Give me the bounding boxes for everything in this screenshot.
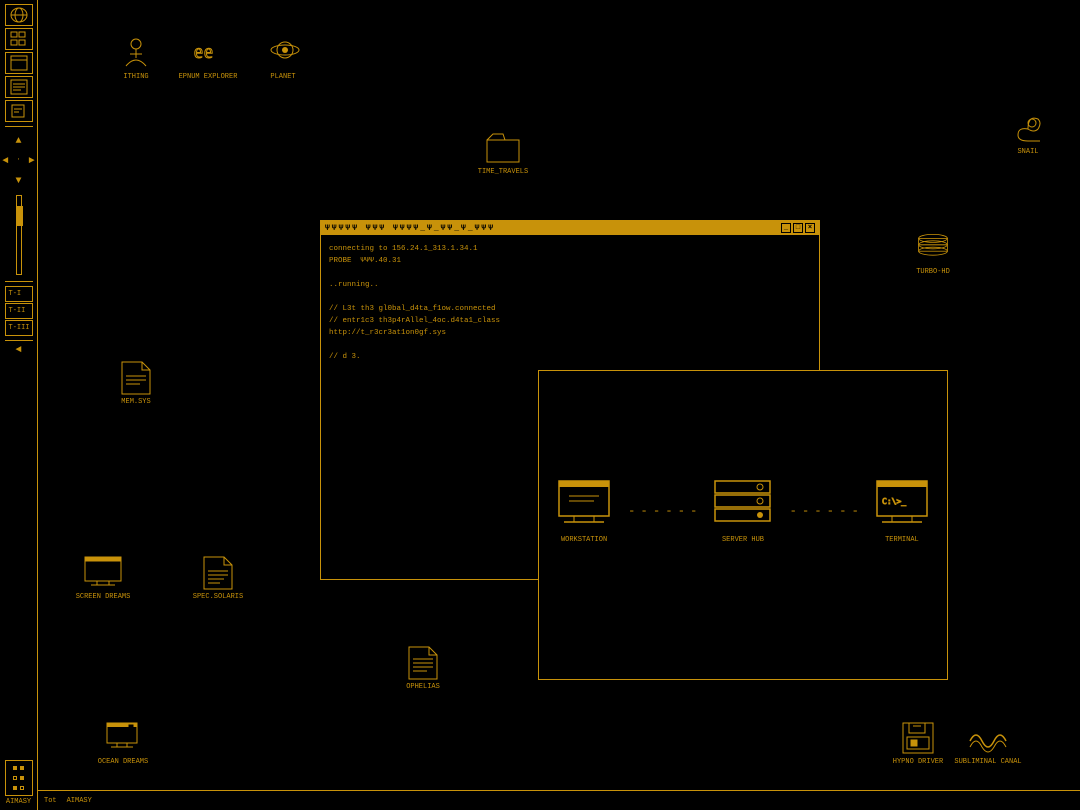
subliminal-canal-label: SUBLIMINAL CANAL [954,758,1021,766]
ocean-dreams-icon[interactable]: OCEAN DREAMS [88,720,158,766]
slider-thumb [17,206,23,226]
nav-down[interactable]: ▼ [15,176,21,187]
taskbar-divider3 [5,340,33,341]
window-taskbar-icon[interactable] [5,52,33,74]
hypno-driver-icon[interactable]: HYPNO DRIVER [883,720,953,766]
screen-dreams-label: SCREEN DREAMS [76,593,131,601]
text-window-title: ΨΨΨΨΨ ΨΨΨ ΨΨΨΨ_Ψ_ΨΨ_Ψ_ΨΨΨ [325,224,495,233]
nav-right[interactable]: ► [29,156,35,167]
close-btn[interactable]: × [805,223,815,233]
net-line-1: - - - - - - [628,502,696,520]
hypno-driver-label: HYPNO DRIVER [893,758,943,766]
screen-dreams-icon[interactable]: SCREEN DREAMS [68,555,138,601]
network-window: WORKSTATION - - - - - - SERVER HUB [538,370,948,680]
dot [13,766,17,770]
net-line-2: - - - - - - [790,502,858,520]
spec-solaris-label: SPEC.SOLARIS [193,593,243,601]
planet-label: PLANET [270,73,295,81]
taskbar-arrow-dec: ◄ [15,345,21,356]
epnum-explorer-icon[interactable]: e e EPNUM EXPLORER [173,35,243,81]
bottom-bar: Tot AIMASY [38,790,1080,810]
taskbar-divider [5,126,33,127]
snail-icon[interactable]: SNAIL [993,110,1063,156]
ocean-dreams-label: OCEAN DREAMS [98,758,148,766]
code-line-2: PROBE ΨΨΨ.40.31 [329,255,811,267]
taskbar-divider2 [5,281,33,282]
maximize-btn[interactable]: □ [793,223,803,233]
text-size-icons: T-I T-II T-III [5,286,33,336]
text-size-3[interactable]: T-III [5,320,33,336]
workstation-node: WORKSTATION [554,476,614,546]
subliminal-canal-icon[interactable]: SUBLIMINAL CANAL [953,720,1023,766]
code-line-6: http://t_r3cr3at1on0gf.sys [329,327,811,339]
taskbar-bottom-label: AIMASY [6,798,31,806]
dot [20,776,24,780]
taskbar: ▲ ◄ · ► ▼ T-I T-II T-III ◄ [0,0,38,810]
ophelias-icon[interactable]: OPHELIAS [388,645,458,691]
multi-dot-icon[interactable] [5,760,33,796]
network-window-content: WORKSTATION - - - - - - SERVER HUB [539,371,947,651]
svg-text:e: e [194,41,203,63]
dot [13,786,17,790]
terminal-node: C:\>_ TERMINAL [872,476,932,546]
planet-icon[interactable]: PLANET [248,35,318,81]
server-node: SERVER HUB [710,476,775,546]
nav-center: · [16,156,20,167]
text-window-content: connecting to 156.24.1_313.1.34.1 PROBE … [321,235,819,371]
status-label: Tot [44,797,57,805]
list-taskbar-icon[interactable] [5,76,33,98]
code-line-3: ..running.. [329,279,811,291]
server-label: SERVER HUB [722,535,764,546]
turbo-hd-icon[interactable]: TURBO-HD [898,230,968,276]
workstation-label: WORKSTATION [561,535,607,546]
nav-controls: ▲ ◄ · ► ▼ [5,131,33,191]
mem-sys-icon[interactable]: MEM.SYS [101,360,171,406]
svg-text:e: e [204,41,213,63]
code-line-5: // entr1c3 th3p4rAllel_4oc.d4ta1_class [329,315,811,327]
turbo-hd-label: TURBO-HD [916,268,950,276]
dot [20,786,24,790]
text-size-1[interactable]: T-I [5,286,33,302]
tag-taskbar-icon[interactable] [5,100,33,122]
taskbar-slider[interactable] [16,195,22,275]
nav-left[interactable]: ◄ [2,156,8,167]
terminal-label: TERMINAL [885,535,919,546]
mem-sys-label: MEM.SYS [121,398,150,406]
code-line-7: // d 3. [329,351,811,363]
text-window-titlebar[interactable]: ΨΨΨΨΨ ΨΨΨ ΨΨΨΨ_Ψ_ΨΨ_Ψ_ΨΨΨ _ □ × [321,221,819,235]
time-travels-icon[interactable]: TIME_TRAVELS [468,130,538,176]
code-line-1: connecting to 156.24.1_313.1.34.1 [329,243,811,255]
dot [13,776,17,780]
epnum-explorer-label: EPNUM EXPLORER [179,73,238,81]
text-size-2[interactable]: T-II [5,303,33,319]
status-sublabel: AIMASY [67,797,92,805]
grid-taskbar-icon[interactable] [5,28,33,50]
code-line-4: // L3t th3 gl0bal_d4ta_f1ow.connected [329,303,811,315]
nav-up[interactable]: ▲ [15,136,21,147]
ithing-label: ITHING [123,73,148,81]
window-controls: _ □ × [781,223,815,233]
dot [20,766,24,770]
globe-taskbar-icon[interactable] [5,4,33,26]
spec-solaris-icon[interactable]: SPEC.SOLARIS [183,555,253,601]
snail-label: SNAIL [1017,148,1038,156]
desktop: ITHING e e EPNUM EXPLORER PLANET [38,0,1080,810]
time-travels-label: TIME_TRAVELS [478,168,528,176]
ophelias-label: OPHELIAS [406,683,440,691]
minimize-btn[interactable]: _ [781,223,791,233]
taskbar-bottom: AIMASY [5,760,33,806]
svg-text:C:\>_: C:\>_ [882,497,906,506]
ithing-icon[interactable]: ITHING [101,35,171,81]
